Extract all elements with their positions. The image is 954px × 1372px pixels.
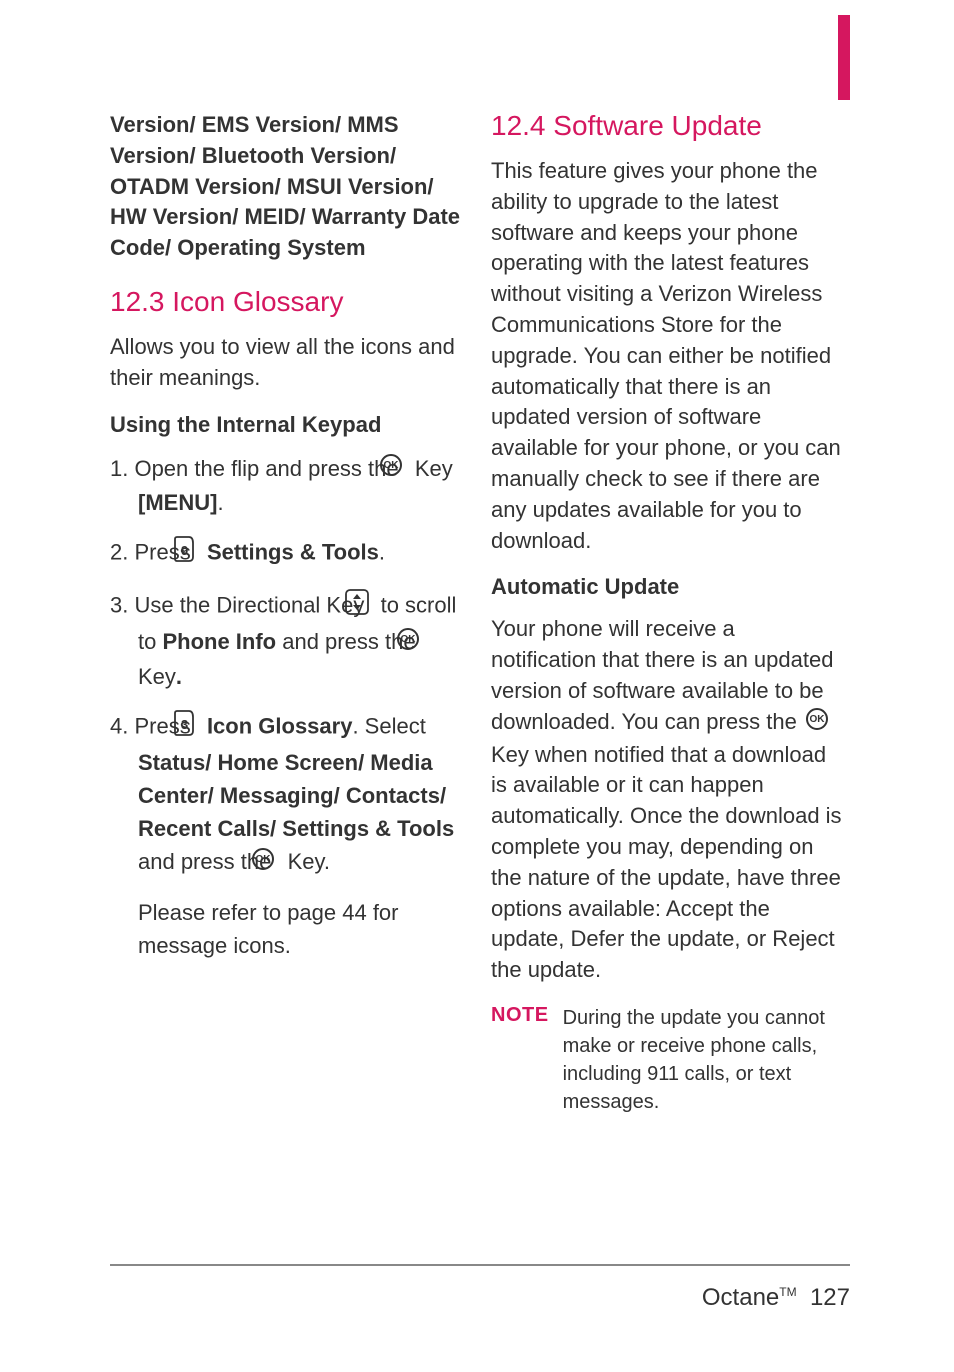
- ok-key-icon: OK: [805, 707, 829, 740]
- version-list: Version/ EMS Version/ MMS Version/ Bluet…: [110, 110, 463, 264]
- step-2: 2. Press 9 Settings & Tools.: [110, 535, 463, 572]
- page-content: Version/ EMS Version/ MMS Version/ Bluet…: [0, 0, 954, 1116]
- trademark-symbol: TM: [779, 1285, 796, 1299]
- step-2-settings: Settings & Tools: [207, 540, 379, 565]
- auto-update-text: Your phone will receive a notification t…: [491, 614, 844, 986]
- step-4-text-b: . Select: [352, 713, 425, 738]
- page-footer: OctaneTM 127: [110, 1264, 850, 1312]
- svg-text:OK: OK: [256, 854, 272, 865]
- step-4-text-d: Key.: [288, 849, 330, 874]
- step-4-selects: Status/ Home Screen/ Media Center/ Messa…: [138, 750, 454, 841]
- refer-text: Please refer to page 44 for message icon…: [110, 896, 463, 962]
- svg-text:3: 3: [181, 717, 188, 732]
- svg-text:9: 9: [181, 543, 188, 558]
- note-block: NOTE During the update you cannot make o…: [491, 1004, 844, 1116]
- intro-12-4: This feature gives your phone the abilit…: [491, 156, 844, 556]
- right-column: 12.4 Software Update This feature gives …: [491, 110, 844, 1116]
- auto-text-a: Your phone will receive a notification t…: [491, 616, 833, 734]
- step-1: 1. Open the flip and press the OK Key [M…: [110, 452, 463, 520]
- left-column: Version/ EMS Version/ MMS Version/ Bluet…: [110, 110, 463, 1116]
- svg-text:OK: OK: [383, 460, 399, 471]
- step-1-text-b: Key: [415, 456, 453, 481]
- auto-text-b: Key when notified that a download is ava…: [491, 742, 842, 983]
- step-3-text-e: .: [176, 664, 182, 689]
- step-4-icon-glossary: Icon Glossary: [207, 713, 353, 738]
- note-label: NOTE: [491, 1004, 549, 1116]
- step-3-phoneinfo: Phone Info: [162, 629, 276, 654]
- svg-text:OK: OK: [400, 634, 416, 645]
- step-3: 3. Use the Directional Key to scroll to …: [110, 588, 463, 693]
- step-3-text-d: Key: [138, 664, 176, 689]
- page-number: 127: [810, 1284, 850, 1311]
- step-4: 4. Press 3 Icon Glossary. Select Status/…: [110, 709, 463, 880]
- subhead-keypad: Using the Internal Keypad: [110, 412, 463, 438]
- step-2-text-c: .: [379, 540, 385, 565]
- page-edge-marker: [838, 15, 850, 100]
- step-1-menu: [MENU]: [138, 490, 217, 515]
- subhead-auto-update: Automatic Update: [491, 574, 844, 600]
- device-name: Octane: [702, 1284, 779, 1311]
- heading-12-3: 12.3 Icon Glossary: [110, 286, 463, 318]
- step-1-text-c: .: [217, 490, 223, 515]
- step-3-text-a: 3. Use the Directional Key: [110, 593, 370, 618]
- note-text: During the update you cannot make or rec…: [563, 1004, 844, 1116]
- intro-12-3: Allows you to view all the icons and the…: [110, 332, 463, 394]
- heading-12-4: 12.4 Software Update: [491, 110, 844, 142]
- step-1-text-a: 1. Open the flip and press the: [110, 456, 405, 481]
- svg-text:OK: OK: [809, 714, 825, 725]
